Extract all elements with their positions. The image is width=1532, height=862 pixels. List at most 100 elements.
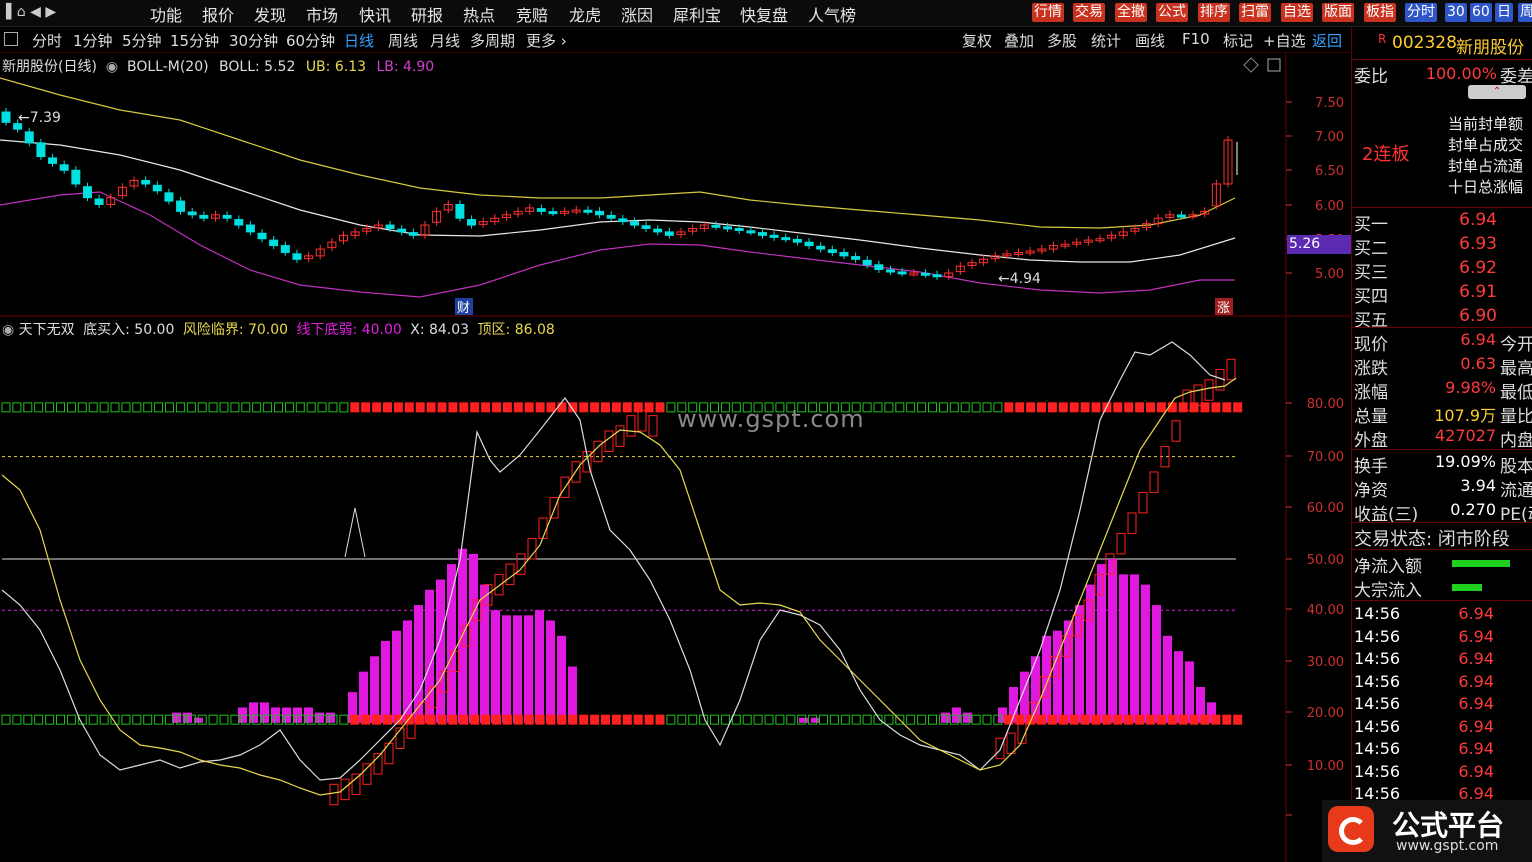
top-band-square bbox=[448, 402, 458, 413]
bottom-band-square bbox=[23, 714, 33, 725]
candle-body bbox=[897, 271, 907, 275]
gspt-logo: 公式平台 www.gspt.com bbox=[1322, 800, 1532, 862]
top-band-square bbox=[470, 402, 480, 413]
top-button[interactable]: 日 bbox=[1495, 3, 1513, 22]
signal-box bbox=[538, 517, 548, 540]
bid-price: 6.93 bbox=[1459, 234, 1497, 254]
top-band-square bbox=[1124, 402, 1134, 413]
chart-area[interactable]: ←7.39←4.94财涨 7.507.006.506.005.505.0080.… bbox=[0, 0, 1350, 862]
histogram-bar bbox=[811, 717, 820, 723]
signal-box bbox=[1204, 379, 1214, 401]
bottom-band-square bbox=[372, 714, 382, 725]
tick-time: 14:56 bbox=[1354, 626, 1401, 646]
sub-axis-label: 40.00 bbox=[1307, 603, 1344, 618]
top-band-square bbox=[393, 402, 403, 413]
collapse-chevron-icon[interactable]: ⌃ bbox=[1468, 85, 1526, 99]
histogram-bar bbox=[392, 630, 401, 723]
top-band-square bbox=[1167, 402, 1177, 413]
top-button[interactable]: 30 bbox=[1445, 3, 1467, 22]
top-button[interactable]: 周 bbox=[1518, 3, 1532, 22]
candle-body bbox=[583, 209, 593, 213]
signal-box bbox=[615, 425, 625, 447]
bottom-band-square bbox=[829, 714, 839, 725]
candle-body bbox=[932, 274, 942, 278]
candle-body bbox=[723, 226, 733, 230]
bottom-band-square bbox=[557, 714, 567, 725]
tick-price: 6.94 bbox=[1458, 626, 1494, 646]
bottom-band-square bbox=[731, 714, 741, 725]
histogram-bar bbox=[568, 666, 577, 723]
top-button[interactable]: 板指 bbox=[1364, 3, 1396, 22]
top-band-square bbox=[1047, 402, 1057, 413]
top-band-square bbox=[873, 402, 883, 413]
bottom-band-square bbox=[470, 714, 480, 725]
bid-label: 买三 bbox=[1354, 263, 1388, 283]
bid-label: 买四 bbox=[1354, 287, 1388, 307]
high-price-label: ←7.39 bbox=[18, 110, 61, 126]
candle-body bbox=[595, 210, 605, 216]
bottom-band-square bbox=[1069, 714, 1079, 725]
bottom-band-square bbox=[1211, 714, 1221, 725]
top-band-square bbox=[1233, 402, 1243, 413]
signal-box bbox=[637, 410, 647, 432]
stat-label: 涨跌 bbox=[1354, 359, 1388, 379]
candle-body bbox=[781, 237, 791, 241]
top-band-square bbox=[579, 402, 589, 413]
bottom-band-square bbox=[383, 714, 392, 725]
histogram-bar bbox=[1108, 559, 1117, 723]
top-band-square bbox=[557, 402, 567, 413]
bottom-band-square bbox=[1233, 714, 1243, 725]
flow-label: 净流入额 bbox=[1354, 557, 1422, 577]
candle-body bbox=[280, 245, 290, 253]
top-button[interactable]: 60 bbox=[1470, 3, 1492, 22]
top-band-square bbox=[1026, 402, 1036, 413]
histogram-bar bbox=[491, 610, 500, 723]
bottom-band-square bbox=[219, 714, 229, 725]
boll-lb-line bbox=[0, 191, 1235, 298]
histogram-bar bbox=[1130, 574, 1139, 723]
candle-body bbox=[397, 228, 407, 233]
bottom-band-square bbox=[88, 714, 98, 725]
top-band-square bbox=[1211, 402, 1221, 413]
candle-body bbox=[641, 225, 651, 229]
bottom-band-square bbox=[143, 714, 153, 725]
stat-value: 0.63 bbox=[1460, 354, 1496, 373]
histogram-bar bbox=[502, 615, 511, 723]
bottom-band-square bbox=[644, 714, 654, 725]
bottom-band-square bbox=[568, 714, 578, 725]
top-band-square bbox=[524, 402, 534, 413]
top-band-square bbox=[1135, 402, 1145, 413]
top-button[interactable]: 分时 bbox=[1405, 3, 1437, 22]
bottom-band-square bbox=[339, 714, 349, 725]
top-band-square bbox=[1004, 402, 1014, 413]
top-band-square bbox=[546, 402, 556, 413]
stat-value: 0.270 bbox=[1450, 500, 1496, 519]
top-band-square bbox=[655, 402, 665, 413]
top-band-square bbox=[263, 402, 273, 413]
stat-value: 19.09% bbox=[1434, 452, 1496, 471]
bottom-band-square bbox=[154, 714, 164, 725]
tick-time: 14:56 bbox=[1354, 761, 1401, 781]
flow-bar bbox=[1452, 560, 1510, 567]
top-band-square bbox=[175, 402, 185, 413]
tick-price: 6.94 bbox=[1458, 694, 1494, 713]
histogram-bar bbox=[557, 635, 566, 723]
stat-value: 107.9万 bbox=[1434, 406, 1496, 425]
candle-body bbox=[187, 211, 197, 216]
low-price-label: ←4.94 bbox=[998, 271, 1041, 287]
candle-body bbox=[48, 157, 58, 164]
candle-body bbox=[467, 219, 477, 226]
candle-body bbox=[606, 214, 616, 219]
bottom-band-square bbox=[1091, 714, 1101, 725]
top-band-square bbox=[372, 402, 382, 413]
bottom-band-square bbox=[208, 714, 218, 725]
histogram-bar bbox=[513, 615, 522, 723]
stat-value: 6.94 bbox=[1460, 330, 1496, 349]
bid-label: 买一 bbox=[1354, 215, 1388, 235]
candle-body bbox=[885, 269, 895, 273]
signal-box bbox=[604, 430, 614, 452]
sub-axis-label: 80.00 bbox=[1307, 397, 1344, 412]
tick-price: 6.94 bbox=[1458, 739, 1494, 758]
bottom-band-square bbox=[917, 714, 927, 725]
signal-box bbox=[351, 773, 361, 796]
